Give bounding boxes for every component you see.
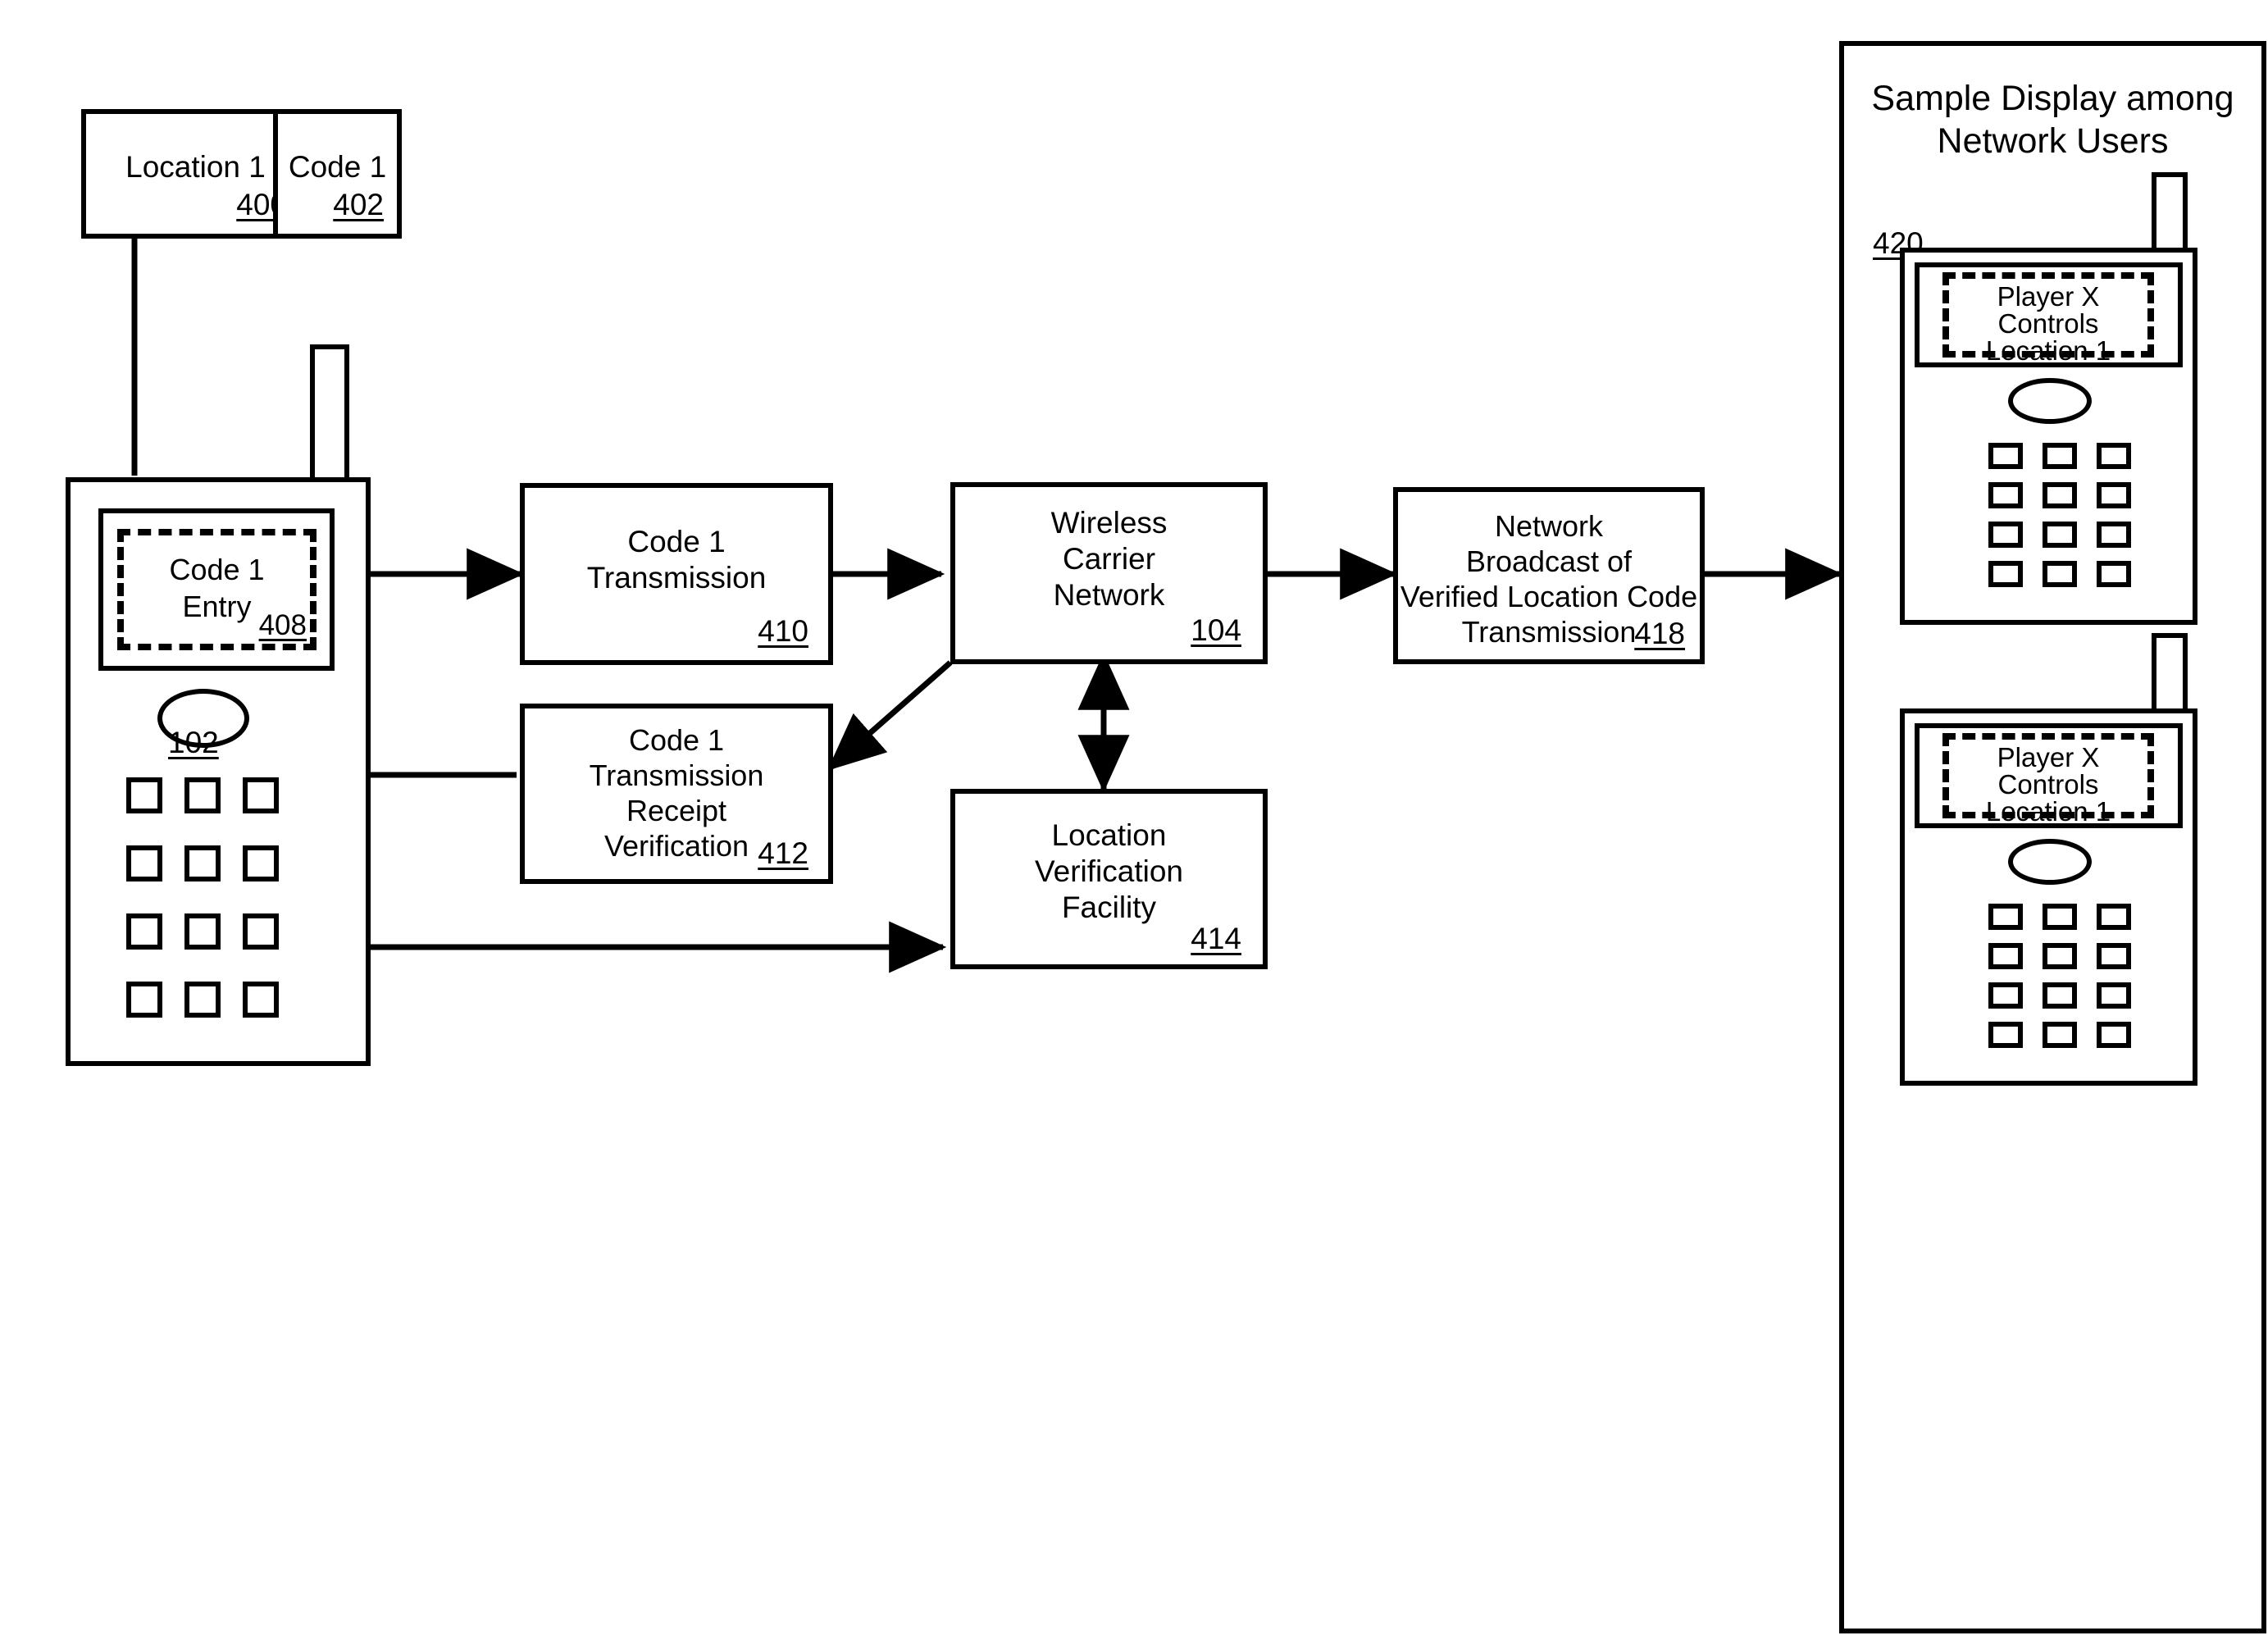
- keypad-key[interactable]: [2043, 482, 2077, 508]
- network-user-phone-2-keypad[interactable]: [1900, 633, 2197, 1092]
- keypad-key[interactable]: [2043, 982, 2077, 1009]
- node-location-1-label: Location 1: [125, 150, 266, 184]
- keypad-key[interactable]: [1988, 1022, 2023, 1048]
- keypad-key[interactable]: [2097, 561, 2131, 587]
- node-receipt-verification-ref: 412: [758, 836, 808, 870]
- node-receipt-verification[interactable]: Code 1 Transmission Receipt Verification…: [520, 704, 833, 884]
- keypad-key[interactable]: [184, 845, 221, 882]
- node-wireless-carrier-network-ref: 104: [1191, 613, 1241, 647]
- node-location-verification-facility[interactable]: Location Verification Facility 414: [950, 789, 1268, 969]
- node-wireless-carrier-network-label: Wireless Carrier Network: [1050, 506, 1168, 612]
- keypad-key[interactable]: [243, 982, 279, 1018]
- sample-display-panel: Sample Display among Network Users 420 P…: [1839, 41, 2266, 1633]
- keypad-key[interactable]: [184, 913, 221, 950]
- keypad-key[interactable]: [243, 845, 279, 882]
- network-user-phone-1-keypad[interactable]: [1900, 172, 2197, 631]
- node-location-verification-facility-label: Location Verification Facility: [1035, 818, 1183, 924]
- node-network-broadcast[interactable]: Network Broadcast of Verified Location C…: [1393, 487, 1705, 664]
- keypad-key[interactable]: [184, 982, 221, 1018]
- node-network-broadcast-ref: 418: [1634, 617, 1685, 650]
- sample-display-panel-title: Sample Display among Network Users: [1871, 79, 2234, 161]
- node-code-1-transmission-ref: 410: [758, 614, 808, 648]
- keypad-key[interactable]: [2097, 1022, 2131, 1048]
- keypad-key[interactable]: [2043, 443, 2077, 469]
- keypad-key[interactable]: [243, 913, 279, 950]
- keypad-key[interactable]: [1988, 522, 2023, 548]
- network-user-phone-2[interactable]: Player X Controls Location 1: [1900, 633, 2228, 1092]
- keypad-key[interactable]: [126, 913, 162, 950]
- keypad-key[interactable]: [2043, 943, 2077, 969]
- keypad-key[interactable]: [2043, 561, 2077, 587]
- keypad-key[interactable]: [2097, 522, 2131, 548]
- keypad-key[interactable]: [2097, 943, 2131, 969]
- keypad-key[interactable]: [1988, 982, 2023, 1009]
- keypad-key[interactable]: [2097, 904, 2131, 930]
- keypad-key[interactable]: [2097, 443, 2131, 469]
- keypad-key[interactable]: [126, 777, 162, 813]
- keypad-key[interactable]: [1988, 943, 2023, 969]
- node-code-1[interactable]: Code 1 402: [273, 109, 402, 239]
- node-code-1-label: Code 1: [288, 150, 387, 184]
- keypad-key[interactable]: [1988, 443, 2023, 469]
- keypad-key[interactable]: [1988, 904, 2023, 930]
- keypad-key[interactable]: [1988, 561, 2023, 587]
- keypad-key[interactable]: [126, 845, 162, 882]
- node-location-verification-facility-ref: 414: [1191, 922, 1241, 955]
- keypad-key[interactable]: [2043, 1022, 2077, 1048]
- keypad-key[interactable]: [2043, 522, 2077, 548]
- node-code-1-transmission[interactable]: Code 1 Transmission 410: [520, 483, 833, 665]
- handset-left-keypad[interactable]: [66, 344, 371, 1066]
- node-wireless-carrier-network[interactable]: Wireless Carrier Network 104: [950, 482, 1268, 664]
- keypad-key[interactable]: [126, 982, 162, 1018]
- keypad-key[interactable]: [184, 777, 221, 813]
- network-user-phone-1[interactable]: Player X Controls Location 1: [1900, 172, 2228, 631]
- keypad-key[interactable]: [243, 777, 279, 813]
- node-code-1-ref: 402: [333, 188, 384, 221]
- keypad-key[interactable]: [1988, 482, 2023, 508]
- keypad-key[interactable]: [2043, 904, 2077, 930]
- node-code-1-transmission-label: Code 1 Transmission: [586, 525, 767, 594]
- keypad-key[interactable]: [2097, 482, 2131, 508]
- handset-left[interactable]: Code 1 Entry 408 102: [66, 344, 371, 1066]
- connector-104-to-412: [827, 660, 953, 771]
- figure-canvas: Location 1 400 Code 1 402 Code 1 Entry 4…: [0, 0, 2268, 1640]
- keypad-key[interactable]: [2097, 982, 2131, 1009]
